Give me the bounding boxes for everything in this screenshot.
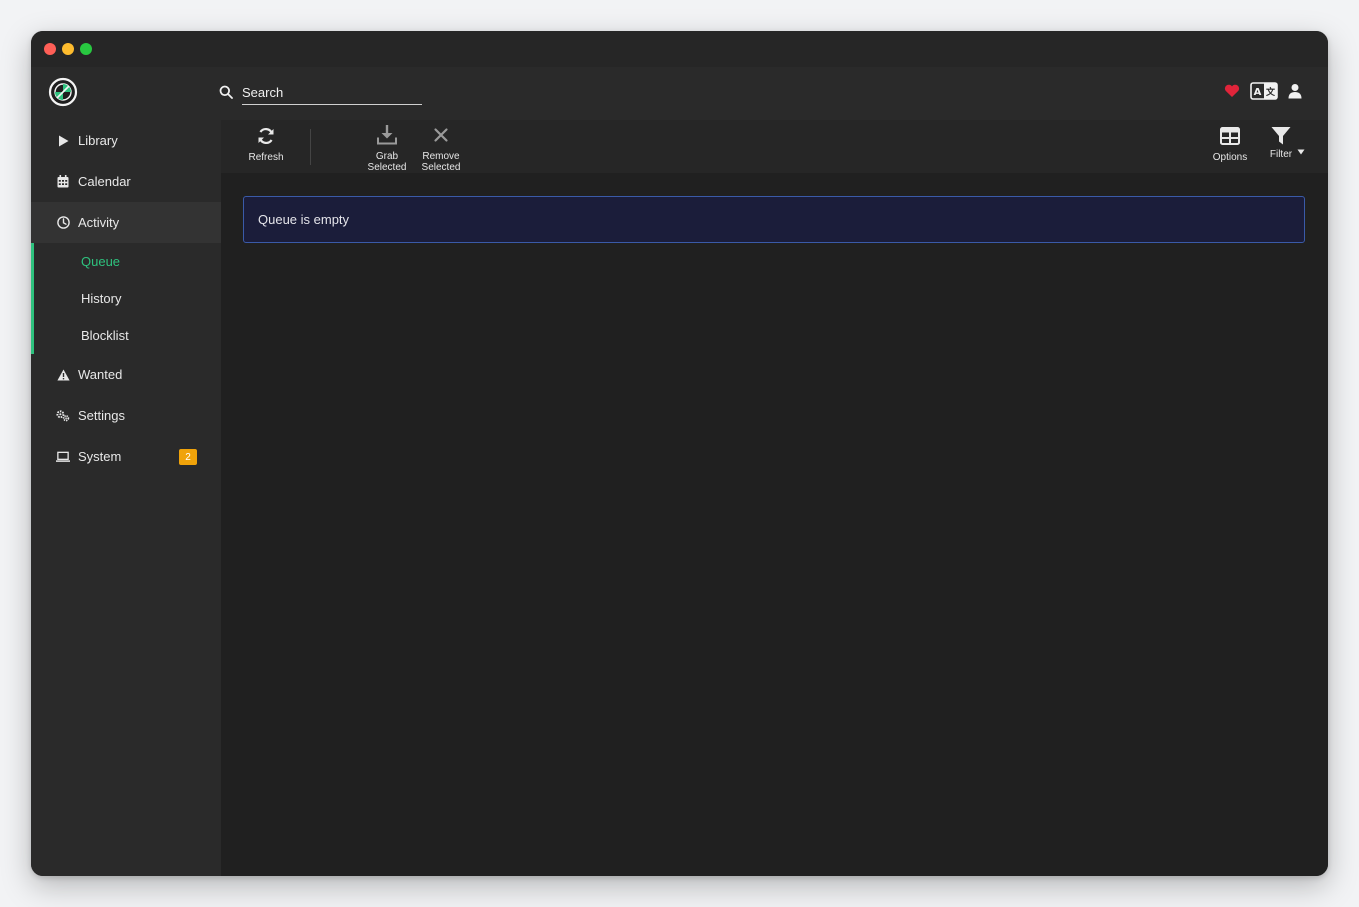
page-header: A 文 [31, 67, 1328, 120]
app-window: A 文 Library [31, 31, 1328, 876]
filter-button[interactable]: Filter [1261, 126, 1315, 172]
sidebar-item-label: Calendar [78, 174, 131, 189]
remove-selected-label-line2: Selected [421, 162, 461, 173]
warning-icon [56, 368, 70, 382]
refresh-label: Refresh [248, 152, 284, 163]
maximize-window-button[interactable] [80, 43, 92, 55]
table-icon [1220, 126, 1240, 152]
sidebar-item-label: System [78, 449, 122, 464]
sidebar-subitem-label: Blocklist [81, 328, 129, 343]
sidebar-item-activity[interactable]: Activity [31, 202, 221, 243]
translate-icon[interactable]: A 文 [1250, 82, 1278, 105]
search-bar [219, 80, 431, 106]
queue-empty-alert: Queue is empty [243, 196, 1305, 243]
search-input[interactable] [242, 81, 422, 105]
search-icon [219, 85, 235, 101]
sidebar-item-label: Activity [78, 215, 120, 230]
calendar-icon [56, 175, 70, 189]
svg-text:文: 文 [1265, 86, 1276, 98]
sidebar-item-settings[interactable]: Settings [31, 395, 221, 436]
sidebar-subitem-history[interactable]: History [31, 280, 221, 317]
filter-icon [1271, 126, 1305, 155]
clock-icon [56, 216, 70, 230]
svg-text:A: A [1254, 87, 1262, 98]
sidebar-item-label: Library [78, 133, 118, 148]
sidebar-item-calendar[interactable]: Calendar [31, 161, 221, 202]
grab-selected-button[interactable]: Grab Selected [366, 125, 408, 173]
sidebar-item-label: Wanted [78, 367, 123, 382]
grab-selected-label-line1: Grab [375, 151, 399, 162]
sidebar: Library Calendar Activity Queue History … [31, 120, 221, 876]
sidebar-subitem-blocklist[interactable]: Blocklist [31, 317, 221, 354]
sidebar-item-library[interactable]: Library [31, 120, 221, 161]
user-icon[interactable] [1288, 83, 1302, 104]
sidebar-subitem-label: History [81, 291, 122, 306]
cogs-icon [56, 409, 70, 423]
app-logo[interactable] [48, 77, 78, 107]
page-toolbar: Refresh Grab Selected Remove Selected Op… [221, 120, 1328, 173]
header-actions: A 文 [1224, 82, 1302, 105]
heart-icon[interactable] [1224, 84, 1240, 103]
sidebar-subitem-queue[interactable]: Queue [31, 243, 221, 280]
close-icon [431, 125, 451, 151]
minimize-window-button[interactable] [62, 43, 74, 55]
options-button[interactable]: Options [1208, 126, 1252, 172]
grab-selected-label-line2: Selected [367, 162, 407, 173]
title-bar [31, 31, 1328, 67]
toolbar-separator [310, 129, 311, 165]
close-window-button[interactable] [44, 43, 56, 55]
main-content: Queue is empty [221, 173, 1328, 876]
options-label: Options [1212, 152, 1248, 163]
download-icon [377, 125, 397, 151]
sidebar-item-wanted[interactable]: Wanted [31, 354, 221, 395]
caret-down-icon [1297, 149, 1305, 155]
remove-selected-button[interactable]: Remove Selected [419, 125, 463, 173]
refresh-button[interactable]: Refresh [247, 126, 285, 172]
filter-label: Filter [1269, 149, 1293, 160]
empty-message: Queue is empty [258, 212, 350, 227]
activity-group: Activity Queue History Blocklist [31, 202, 221, 354]
refresh-icon [256, 126, 276, 152]
sidebar-item-label: Settings [78, 408, 125, 423]
laptop-icon [56, 450, 70, 464]
sidebar-item-system[interactable]: System 2 [31, 436, 221, 477]
system-badge: 2 [179, 449, 197, 465]
sidebar-subitem-label: Queue [81, 254, 121, 269]
remove-selected-label-line1: Remove [422, 151, 460, 162]
play-icon [56, 134, 70, 148]
